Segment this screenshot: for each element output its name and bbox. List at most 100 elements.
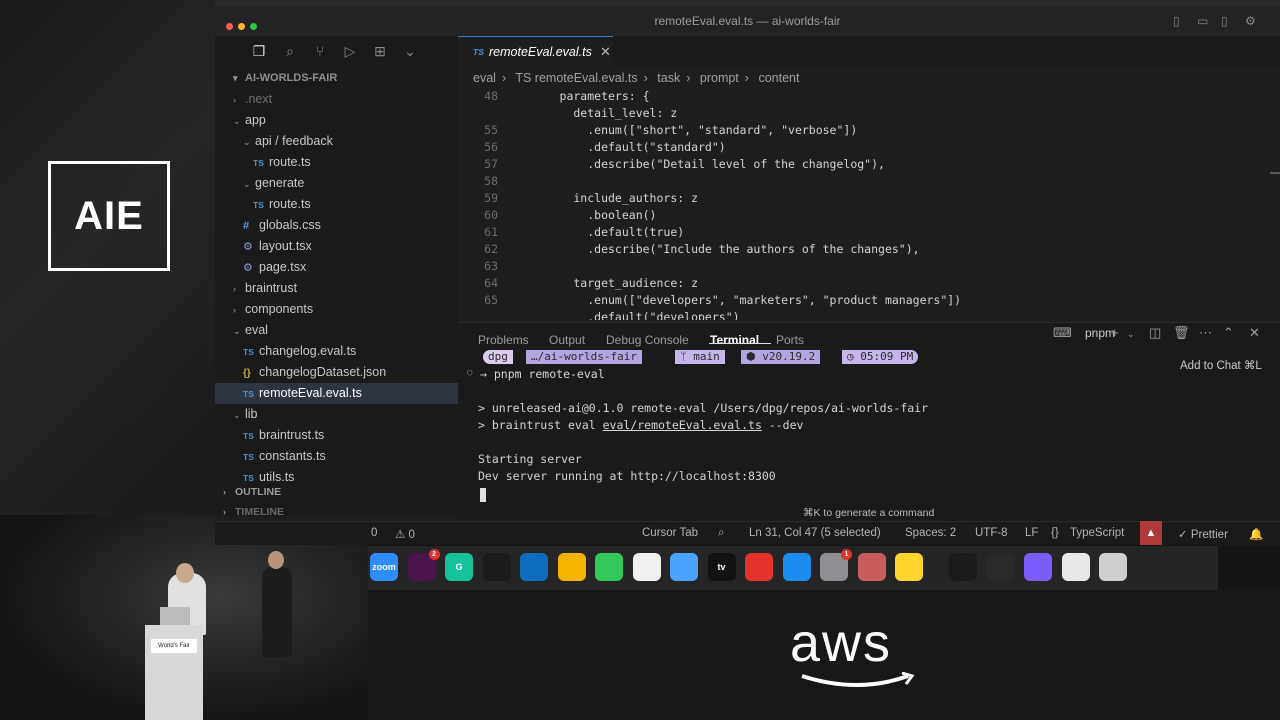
close-tab-icon[interactable]: ✕ — [600, 44, 611, 60]
toggle-secondary-sidebar-icon[interactable]: ▯ — [1221, 14, 1228, 28]
code-line[interactable]: 55 .enum(["short", "standard", "verbose"… — [458, 122, 857, 139]
tree-item-changelogdataset-json[interactable]: {} changelogDataset.json — [215, 362, 458, 383]
dock-git-tool-icon[interactable] — [986, 553, 1015, 581]
minimap-indicator[interactable] — [1270, 172, 1280, 174]
dock-notes-icon[interactable] — [895, 553, 923, 581]
more-actions-icon[interactable]: ⋯ — [1199, 325, 1212, 341]
tree-item-changelog-eval-ts[interactable]: TS changelog.eval.ts — [215, 341, 458, 362]
breadcrumb-content[interactable]: content — [758, 71, 799, 85]
split-terminal-icon[interactable]: ◫ — [1149, 325, 1161, 341]
code-line[interactable]: 59 include_authors: z — [458, 190, 698, 207]
code-line[interactable]: 60 .boolean() — [458, 207, 656, 224]
tree-item-remoteeval-eval-ts[interactable]: TS remoteEval.eval.ts — [215, 383, 458, 404]
dock-trash-icon[interactable] — [1099, 553, 1127, 581]
code-line[interactable]: 65 .enum(["developers", "marketers", "pr… — [458, 292, 961, 309]
tree-item-globals-css[interactable]: # globals.css — [215, 215, 458, 236]
dock-ruler-icon[interactable] — [857, 553, 886, 581]
maximize-panel-chevron-up-icon[interactable]: ⌃ — [1223, 325, 1234, 341]
tree-item-app[interactable]: ⌄ app — [215, 110, 458, 131]
extensions-icon[interactable]: ⊞ — [371, 43, 389, 60]
tree-item-eval[interactable]: ⌄ eval — [215, 320, 458, 341]
encoding[interactable]: UTF-8 — [975, 527, 1008, 539]
tree-item-components[interactable]: › components — [215, 299, 458, 320]
dock-reminders-icon[interactable] — [632, 553, 661, 581]
toggle-sidebar-icon[interactable]: ▯ — [1173, 14, 1180, 28]
dock-zoom-icon[interactable]: zoom — [370, 553, 398, 581]
problems-count[interactable]: 0 — [371, 527, 377, 539]
code-line[interactable]: 58 — [458, 173, 518, 190]
chevron-down-icon[interactable]: ⌄ — [1127, 329, 1135, 340]
tree-item-api-feedback[interactable]: ⌄ api / feedback — [215, 131, 458, 152]
dock-document-icon[interactable] — [1061, 553, 1090, 581]
explorer-header[interactable]: ▾ AI-WORLDS-FAIR — [233, 72, 337, 84]
add-to-chat-button[interactable]: Add to Chat ⌘L — [1180, 358, 1262, 372]
breadcrumb-prompt[interactable]: prompt — [700, 71, 739, 85]
tab-ports[interactable]: Ports — [776, 333, 804, 347]
tab-terminal[interactable]: Terminal — [710, 333, 759, 347]
tab-output[interactable]: Output — [549, 333, 585, 347]
dock-grammarly-icon[interactable]: G — [445, 553, 473, 581]
dock-perplexity-icon[interactable] — [1024, 553, 1052, 581]
tree-item--next[interactable]: › .next — [215, 89, 458, 110]
tree-item-lib[interactable]: ⌄ lib — [215, 404, 458, 425]
tree-item-constants-ts[interactable]: TS constants.ts — [215, 446, 458, 467]
toggle-panel-icon[interactable]: ▭ — [1197, 14, 1208, 28]
code-line[interactable]: .default("developers") — [458, 309, 739, 320]
dock-cursor2-icon[interactable] — [949, 553, 977, 581]
code-line[interactable]: 62 .describe("Include the authors of the… — [458, 241, 919, 258]
settings-gear-icon[interactable]: ⚙ — [1245, 14, 1256, 28]
generate-command-hint[interactable]: ⌘K to generate a command — [803, 507, 934, 519]
alert-icon[interactable]: ▲ — [1140, 521, 1162, 545]
timeline-section[interactable]: › TIMELINE — [223, 506, 284, 518]
dock-freeform-icon[interactable] — [670, 553, 698, 581]
dock-facetime-icon[interactable] — [595, 553, 623, 581]
code-line[interactable]: 48 parameters: { — [458, 88, 649, 105]
indentation[interactable]: Spaces: 2 — [905, 527, 956, 539]
dock-slack-icon[interactable]: 2 — [407, 549, 440, 581]
warnings-count[interactable]: ⚠ 0 — [395, 527, 415, 541]
more-views-chevron-down-icon[interactable]: ⌄ — [401, 43, 419, 60]
breadcrumb-eval[interactable]: eval — [473, 71, 496, 85]
dock-appstore-icon[interactable] — [782, 553, 811, 581]
tree-item-generate[interactable]: ⌄ generate — [215, 173, 458, 194]
kill-terminal-trash-icon[interactable]: 🗑 — [1173, 325, 1190, 341]
code-line[interactable]: 57 .describe("Detail level of the change… — [458, 156, 885, 173]
breadcrumb-file[interactable]: TS remoteEval.eval.ts — [515, 71, 637, 85]
tree-item-utils-ts[interactable]: TS utils.ts — [215, 467, 458, 488]
cursor-position[interactable]: Ln 31, Col 47 (5 selected) — [749, 527, 881, 539]
breadcrumb-task[interactable]: task — [657, 71, 680, 85]
tree-item-page-tsx[interactable]: ⚙ page.tsx — [215, 257, 458, 278]
tree-item-braintrust[interactable]: › braintrust — [215, 278, 458, 299]
notifications-bell-icon[interactable]: 🔔 — [1249, 527, 1263, 541]
end-of-line[interactable]: LF — [1025, 527, 1038, 539]
tree-item-layout-tsx[interactable]: ⚙ layout.tsx — [215, 236, 458, 257]
dock-photos-icon[interactable] — [557, 553, 586, 581]
dock-cursor-icon[interactable] — [482, 553, 511, 581]
code-line[interactable]: 56 .default("standard") — [458, 139, 726, 156]
language-mode[interactable]: TypeScript — [1070, 527, 1124, 539]
prettier-status[interactable]: ✓ Prettier — [1178, 527, 1228, 541]
dock-outlook-icon[interactable] — [520, 553, 548, 581]
tree-item-route-ts[interactable]: TS route.ts — [215, 152, 458, 173]
code-line[interactable]: 61 .default(true) — [458, 224, 684, 241]
explorer-icon[interactable]: ❐ — [250, 43, 268, 60]
code-line[interactable]: 64 target_audience: z — [458, 275, 698, 292]
tree-item-braintrust-ts[interactable]: TS braintrust.ts — [215, 425, 458, 446]
dock-tv-icon[interactable]: tv — [707, 553, 736, 581]
zoom-magnifier-icon[interactable]: ⌕ — [718, 527, 724, 540]
code-line[interactable]: detail_level: z — [458, 105, 677, 122]
dock-settings-icon[interactable]: 1 — [820, 549, 852, 581]
run-debug-icon[interactable]: ▷ — [341, 43, 359, 60]
tab-problems[interactable]: Problems — [478, 333, 529, 347]
code-editor[interactable]: 48 parameters: { detail_level: z 55 .enum… — [458, 88, 1280, 320]
cursor-tab-status[interactable]: Cursor Tab — [642, 527, 698, 539]
tree-item-route-ts[interactable]: TS route.ts — [215, 194, 458, 215]
tab-remote-eval[interactable]: TS remoteEval.eval.ts ✕ — [458, 36, 613, 67]
code-line[interactable]: 63 — [458, 258, 518, 275]
source-control-icon[interactable]: ⑂ — [311, 43, 329, 59]
new-terminal-plus-icon[interactable]: + — [1111, 325, 1119, 340]
search-icon[interactable]: ⌕ — [281, 43, 299, 60]
close-panel-icon[interactable]: ✕ — [1249, 325, 1260, 341]
dock-news-icon[interactable] — [745, 553, 773, 581]
tab-debug-console[interactable]: Debug Console — [606, 333, 689, 347]
